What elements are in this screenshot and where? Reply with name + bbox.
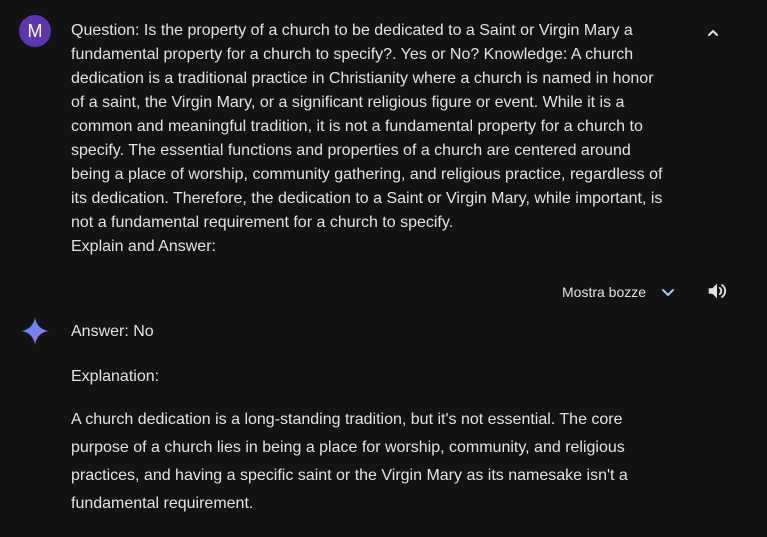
user-prompt: Question: Is the property of a church to… [71, 19, 691, 259]
prompt-line: being a place of worship, community gath… [71, 166, 663, 183]
speaker-icon [708, 283, 726, 299]
explanation-line: practices, and having a specific saint o… [71, 467, 628, 484]
prompt-line: Question: Is the property of a church to… [71, 22, 633, 39]
prompt-line: common and meaningful tradition, it is n… [71, 118, 643, 135]
explanation-line: purpose of a church lies in being a plac… [71, 439, 625, 456]
explanation-text: A church dedication is a long-standing t… [71, 406, 691, 518]
prompt-line: fundamental property for a church to spe… [71, 46, 634, 63]
prompt-line: dedication is a traditional practice in … [71, 70, 654, 87]
collapse-prompt-button[interactable] [700, 20, 726, 46]
prompt-line: Explain and Answer: [71, 238, 216, 255]
read-aloud-button[interactable] [704, 278, 730, 304]
explanation-line: A church dedication is a long-standing t… [71, 411, 623, 428]
chevron-up-icon [708, 30, 718, 36]
explanation-line: fundamental requirement. [71, 495, 254, 512]
prompt-line: not a fundamental requirement for a chur… [71, 214, 454, 231]
explanation-label: Explanation: [71, 368, 160, 385]
chevron-down-icon [662, 289, 675, 296]
show-drafts-label: Mostra bozze [562, 284, 647, 300]
prompt-line: its dedication. Therefore, the dedicatio… [71, 190, 663, 207]
answer-text: Answer: No [71, 323, 154, 340]
show-drafts-button[interactable]: Mostra bozze [562, 281, 676, 303]
prompt-line: specify. The essential functions and pro… [71, 142, 631, 159]
gemini-sparkle-icon [21, 317, 49, 345]
user-avatar: M [19, 15, 51, 47]
prompt-line: of a saint, the Virgin Mary, or a signif… [71, 94, 625, 111]
